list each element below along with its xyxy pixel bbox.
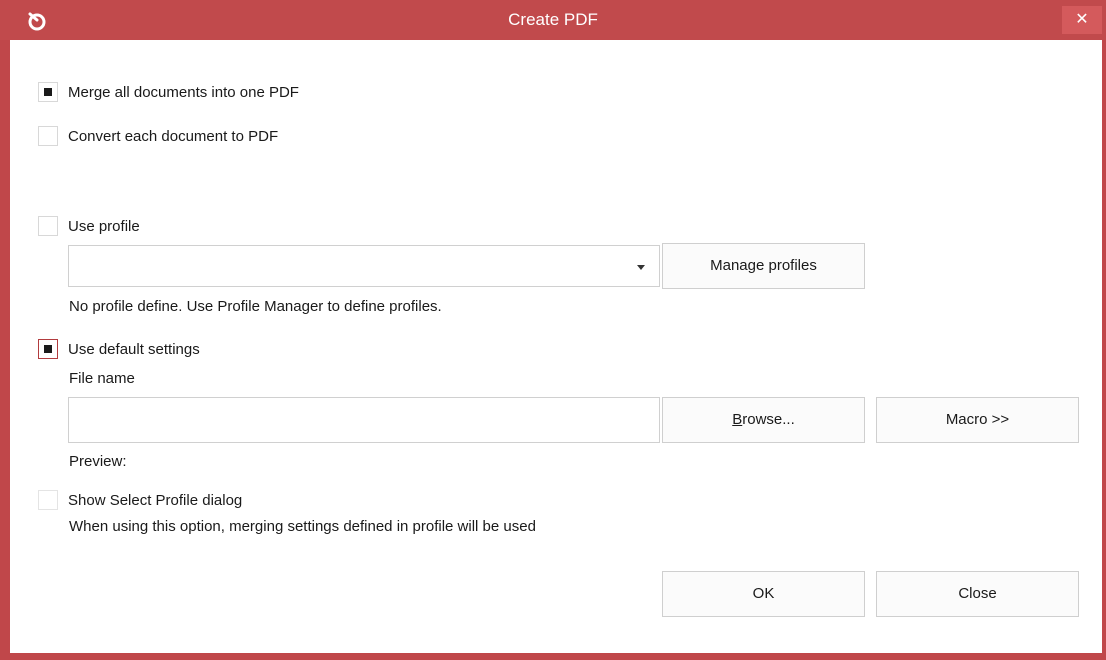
convert-checkbox[interactable] [38,126,58,146]
close-label: Close [958,585,997,602]
chevron-down-icon [637,265,645,270]
title-bar[interactable]: Create PDF ✕ [0,0,1106,40]
macro-label: Macro >> [945,411,1010,428]
show-select-note: When using this option, merging settings… [69,518,536,535]
ok-label: OK [752,585,775,602]
browse-button[interactable]: Browse... [662,397,865,443]
merge-option[interactable]: Merge all documents into one PDF [38,82,299,102]
use-default-option[interactable]: Use default settings [38,339,200,359]
show-select-option[interactable]: Show Select Profile dialog [38,490,242,510]
use-profile-label: Use profile [68,217,140,235]
merge-label: Merge all documents into one PDF [68,83,299,101]
macro-button[interactable]: Macro >> [876,397,1079,443]
browse-label: rowse... [742,411,795,428]
profile-select[interactable] [68,245,660,287]
ok-button[interactable]: OK [662,571,865,617]
close-button[interactable]: Close [876,571,1079,617]
no-profile-text: No profile define. Use Profile Manager t… [69,298,442,315]
use-profile-option[interactable]: Use profile [38,216,140,236]
convert-label: Convert each document to PDF [68,127,279,145]
merge-checkbox[interactable] [38,82,58,102]
convert-option[interactable]: Convert each document to PDF [38,126,278,146]
use-profile-checkbox[interactable] [38,216,58,236]
close-icon: ✕ [1075,11,1089,28]
use-default-label: Use default settings [68,340,200,358]
preview-label: Preview: [69,453,127,470]
file-name-label: File name [69,370,135,387]
use-default-checkbox[interactable] [38,339,58,359]
file-name-input[interactable] [68,397,660,443]
create-pdf-dialog: Create PDF ✕ Merge all documents into on… [0,0,1106,660]
show-select-label: Show Select Profile dialog [68,491,243,509]
close-window-button[interactable]: ✕ [1062,6,1102,34]
window-title: Create PDF [508,10,598,29]
dialog-body: Merge all documents into one PDF Convert… [10,40,1102,653]
browse-accelerator: B [732,411,743,428]
manage-profiles-label: Manage profiles [710,257,817,274]
manage-profiles-button[interactable]: Manage profiles [662,243,865,289]
show-select-checkbox[interactable] [38,490,58,510]
